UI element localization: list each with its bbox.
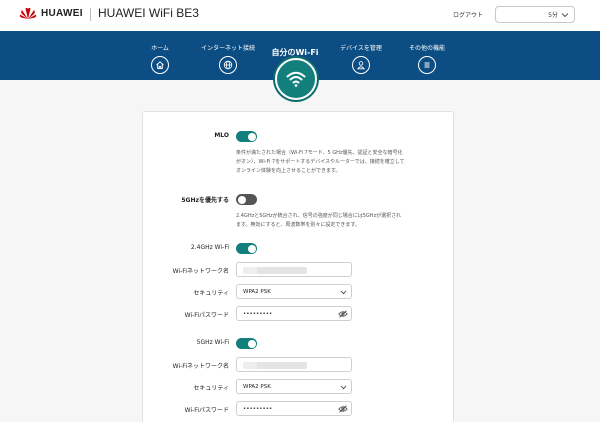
security-24ghz-value: WPA2 PSK — [243, 288, 271, 295]
band-24ghz-label: 2.4GHz Wi-Fi — [190, 244, 229, 251]
toggle-knob — [247, 339, 256, 348]
band-5ghz-toggle[interactable] — [236, 338, 257, 349]
prefer-5ghz-toggle[interactable] — [236, 194, 257, 205]
nav-item-more[interactable]: その他の機能 — [387, 43, 467, 74]
prefer-5ghz-label: 5GHzを優先する — [181, 197, 229, 204]
wifi-settings-card: MLO 条件が満たされた場合（Wi-Fi 7モード、5 GHz優先、認証と安全な… — [142, 111, 454, 422]
logout-label[interactable]: ログアウト — [453, 10, 483, 19]
security-24ghz-label: セキュリティ — [193, 290, 229, 297]
product-title: HUAWEI WiFi BE3 — [98, 6, 199, 20]
ssid-5ghz-input[interactable] — [236, 357, 352, 372]
logout-timeout-value: 5分 — [548, 12, 558, 19]
password-24ghz-input[interactable]: ••••••••• — [236, 306, 352, 321]
prefer-5ghz-description: 2.4GHzと5GHzが統合され、信号の強度が同じ場合には5GHzが選択されます… — [236, 213, 402, 228]
security-5ghz-select[interactable]: WPA2 PSK — [236, 379, 352, 394]
eye-hidden-icon[interactable] — [338, 405, 348, 413]
huawei-logo: HUAWEI — [19, 7, 83, 20]
security-5ghz-label: セキュリティ — [193, 385, 229, 392]
eye-hidden-icon[interactable] — [338, 310, 348, 318]
user-icon — [352, 56, 370, 74]
band-5ghz-label: 5GHz Wi-Fi — [196, 339, 229, 346]
header-divider — [90, 8, 91, 21]
ssid-24ghz-label: Wi-Fiネットワーク名 — [172, 268, 229, 275]
password-5ghz-label: Wi-Fiパスワード — [184, 407, 229, 414]
toggle-knob — [237, 195, 246, 204]
mlo-toggle[interactable] — [236, 131, 257, 142]
logout-timeout-select[interactable]: 5分 — [495, 6, 575, 23]
nav-label-more: その他の機能 — [408, 45, 445, 52]
toggle-knob — [247, 132, 256, 141]
password-24ghz-label: Wi-Fiパスワード — [184, 312, 229, 319]
chevron-down-icon — [340, 385, 347, 389]
chevron-down-icon — [561, 13, 569, 18]
redacted-text — [257, 362, 307, 369]
password-24ghz-value: ••••••••• — [243, 310, 273, 317]
password-5ghz-input[interactable]: ••••••••• — [236, 401, 352, 416]
chevron-down-icon — [340, 290, 347, 294]
home-icon — [151, 56, 169, 74]
wifi-icon[interactable] — [275, 58, 317, 100]
globe-icon — [219, 56, 237, 74]
toggle-knob — [247, 244, 256, 253]
redacted-text — [257, 267, 307, 274]
security-5ghz-value: WPA2 PSK — [243, 383, 271, 390]
ssid-24ghz-input[interactable] — [236, 262, 352, 277]
mlo-description: 条件が満たされた場合（Wi-Fi 7モード、5 GHz優先、認証と安全な暗号化が… — [236, 150, 405, 174]
top-bar: HUAWEI HUAWEI WiFi BE3 ログアウト 5分 — [0, 0, 600, 31]
band-24ghz-toggle[interactable] — [236, 243, 257, 254]
menu-icon — [418, 56, 436, 74]
ssid-5ghz-label: Wi-Fiネットワーク名 — [172, 363, 229, 370]
huawei-petal-icon — [19, 7, 37, 19]
security-24ghz-select[interactable]: WPA2 PSK — [236, 284, 352, 299]
tab-my-wifi-label: 自分のWi-Fi — [271, 48, 319, 57]
brand-name: HUAWEI — [41, 8, 83, 19]
mlo-label: MLO — [214, 132, 229, 139]
password-5ghz-value: ••••••••• — [243, 405, 273, 412]
